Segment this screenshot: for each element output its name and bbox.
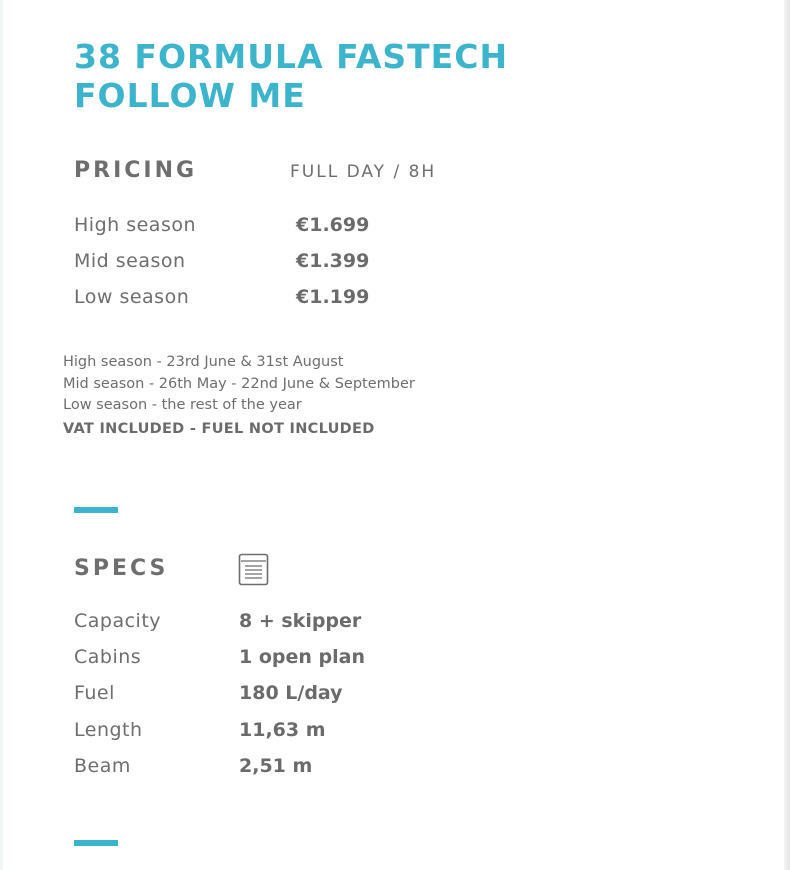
price-value: €1.399 xyxy=(296,250,370,272)
note-mid-season: Mid season - 26th May - 22nd June & Sept… xyxy=(63,375,415,392)
spec-label: Capacity xyxy=(74,610,162,632)
page-edge-left xyxy=(0,0,3,870)
spec-value: 1 open plan xyxy=(239,646,365,668)
section-divider xyxy=(74,840,118,846)
spec-label: Cabins xyxy=(74,646,142,668)
spec-label: Fuel xyxy=(74,682,115,704)
spec-value: 2,51 m xyxy=(239,755,313,777)
spec-value: 8 + skipper xyxy=(239,610,362,632)
title-line-1: 38 FORMULA FASTECH xyxy=(74,37,509,76)
spec-label: Beam xyxy=(74,755,131,777)
price-label: High season xyxy=(74,214,197,236)
price-label: Low season xyxy=(74,286,190,308)
note-high-season: High season - 23rd June & 31st August xyxy=(63,354,344,370)
vat-note: VAT INCLUDED - FUEL NOT INCLUDED xyxy=(63,420,375,437)
season-notes: High season - 23rd June & 31st August Mi… xyxy=(63,352,563,437)
spec-value: 11,63 m xyxy=(239,719,326,741)
title-line-2: FOLLOW ME xyxy=(74,76,306,115)
note-low-season: Low season - the rest of the year xyxy=(63,397,302,413)
price-value: €1.699 xyxy=(296,214,370,236)
page-title: 38 FORMULA FASTECH FOLLOW ME xyxy=(74,37,508,115)
spec-value: 180 L/day xyxy=(239,682,343,704)
price-value: €1.199 xyxy=(296,286,370,308)
pricing-heading: PRICING xyxy=(74,158,198,183)
specs-heading: SPECS xyxy=(74,556,169,581)
section-divider xyxy=(74,507,118,513)
page-edge-right xyxy=(784,0,790,870)
price-label: Mid season xyxy=(74,250,186,272)
document-icon xyxy=(238,553,269,586)
spec-label: Length xyxy=(74,719,143,741)
pricing-duration: FULL DAY / 8H xyxy=(290,162,437,182)
